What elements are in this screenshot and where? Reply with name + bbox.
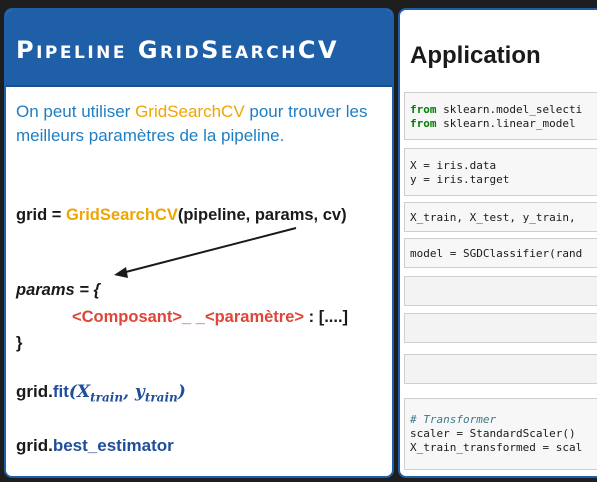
code-line: scaler = StandardScaler() xyxy=(410,427,597,441)
code-text: X = iris.data xyxy=(410,159,497,172)
grid-args: (pipeline, params, cv) xyxy=(177,206,347,224)
code-cell[interactable]: model = SGDClassifier(rand xyxy=(404,238,597,268)
code-line: from sklearn.model_selecti xyxy=(410,103,597,117)
slide-panel: Pipeline GridSearchCV On peut utiliser G… xyxy=(4,8,394,478)
code-comment: # Transformer xyxy=(410,413,497,426)
fit-y-sub: train xyxy=(144,390,178,405)
code-cell[interactable]: X = iris.data y = iris.target xyxy=(404,148,597,196)
code-keyword: from xyxy=(410,117,437,130)
code-text: X_train_transformed = scal xyxy=(410,441,583,454)
code-cell[interactable]: X_train, X_test, y_train, xyxy=(404,202,597,232)
notebook-panel: Application from sklearn.model_selecti fr… xyxy=(398,8,597,478)
code-cell[interactable] xyxy=(404,276,597,306)
code-text: X_train, X_test, y_train, xyxy=(410,211,576,224)
intro-part1: On peut utiliser xyxy=(16,102,136,121)
grid-prefix: grid = xyxy=(16,206,66,224)
fit-prefix: grid. xyxy=(16,382,53,401)
code-keyword: from xyxy=(410,103,437,116)
slide-header: Pipeline GridSearchCV xyxy=(6,10,392,87)
fit-x-var: X xyxy=(76,382,91,402)
fit-y-var: y xyxy=(134,382,145,402)
grid-best-estimator-line: grid.best_estimator xyxy=(16,436,174,456)
params-close: } xyxy=(16,334,23,352)
params-component: <Composant> xyxy=(72,308,183,326)
intro-text: On peut utiliser GridSearchCV pour trouv… xyxy=(16,100,386,148)
code-line: y = iris.target xyxy=(410,173,597,187)
params-open: params = { xyxy=(16,281,100,299)
grid-fit-line: grid.fit(Xtrain, ytrain) xyxy=(16,382,186,404)
application-title: Application xyxy=(410,42,541,69)
fit-close: ) xyxy=(177,382,186,402)
grid-assignment-line: grid = GridSearchCV(pipeline, params, cv… xyxy=(16,206,347,225)
best-attr: best_estimator xyxy=(52,436,174,455)
fit-x-sub: train xyxy=(90,390,124,405)
code-cell[interactable] xyxy=(404,313,597,343)
code-text: sklearn.model_selecti xyxy=(436,103,583,116)
code-text: scaler = StandardScaler() xyxy=(410,427,576,440)
params-body: <Composant>_ _<paramètre> : [....] xyxy=(72,308,348,327)
params-param: <paramètre> xyxy=(204,308,305,326)
code-cell[interactable]: from sklearn.model_selecti from sklearn.l… xyxy=(404,92,597,140)
code-text: model = SGDClassifier(rand xyxy=(410,247,583,260)
slide-title: Pipeline GridSearchCV xyxy=(16,36,340,64)
code-line: X_train_transformed = scal xyxy=(410,441,597,455)
code-text: sklearn.linear_model xyxy=(436,117,576,130)
code-cell[interactable] xyxy=(404,354,597,384)
code-text: y = iris.target xyxy=(410,173,510,186)
code-cell[interactable]: # Transformer scaler = StandardScaler() X_… xyxy=(404,398,597,470)
params-rest: : [....] xyxy=(304,308,349,326)
intro-highlight: GridSearchCV xyxy=(135,102,245,121)
code-line: from sklearn.linear_model xyxy=(410,117,597,131)
code-line: model = SGDClassifier(rand xyxy=(410,247,597,261)
params-separator: _ _ xyxy=(182,308,205,326)
code-line: X_train, X_test, y_train, xyxy=(410,211,597,225)
fit-method: fit xyxy=(52,382,69,401)
fit-open: ( xyxy=(68,382,77,402)
code-line: X = iris.data xyxy=(410,159,597,173)
code-line: # Transformer xyxy=(410,413,597,427)
best-prefix: grid. xyxy=(16,436,53,455)
gridsearchcv-call: GridSearchCV xyxy=(65,206,178,224)
fit-comma: , xyxy=(123,382,135,402)
